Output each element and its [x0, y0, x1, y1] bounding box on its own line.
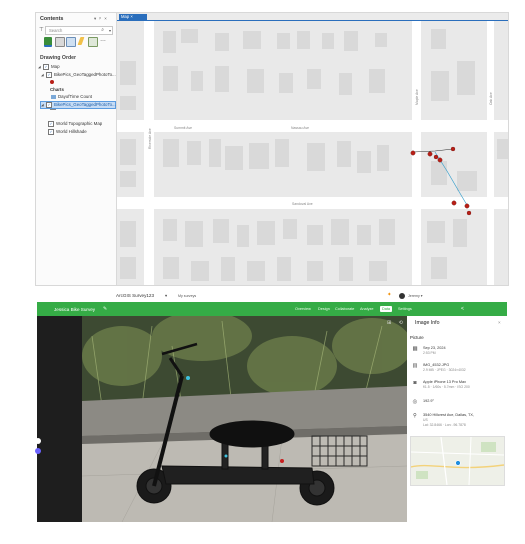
picture-label: Picture — [410, 335, 424, 340]
checkbox-icon[interactable]: ✓ — [48, 121, 54, 127]
list-by-drawing-order-icon[interactable] — [44, 37, 52, 47]
download-icon[interactable]: ⊞ — [387, 320, 391, 326]
app-switcher-caret[interactable]: ▾ — [165, 293, 167, 298]
contents-pane: Contents ▾ ᵖ × ⊤ Search ⌕ ▾ … Drawing Or… — [36, 13, 117, 285]
search-placeholder: Search — [49, 28, 63, 33]
checkbox-icon[interactable]: ✓ — [46, 102, 52, 108]
checkbox-icon[interactable]: ✓ — [43, 64, 49, 70]
tree-item-map[interactable]: ◢ ✓ Map — [38, 64, 60, 70]
info-value: IMG_4532.JPG — [423, 363, 450, 367]
street-label: Oak Ave — [489, 92, 493, 105]
map-tab-strip: Map × — [117, 13, 508, 21]
list-by-source-icon[interactable] — [55, 37, 65, 47]
tab-overview[interactable]: Overview — [295, 307, 311, 311]
pane-controls[interactable]: ▾ ᵖ × — [94, 16, 108, 22]
info-subvalue: f/1.5 · 1/60s · 5.7mm · ISO 200 — [423, 385, 470, 389]
tree-item-layer-selected[interactable]: ◢ ✓ BikePics_GeoTaggedPhotoTo... — [40, 101, 116, 109]
checkbox-icon[interactable]: ✓ — [48, 129, 54, 135]
image-info-panel: Image Info × Picture ▦ Sep 23, 2024 2:53… — [407, 316, 507, 522]
tree-item-label: DayofTime Count — [58, 94, 92, 99]
tree-item-label: BikePics_GeoTaggedPhotoTo... — [54, 72, 116, 78]
close-icon[interactable]: × — [498, 320, 501, 325]
tree-item-label: Charts — [50, 87, 64, 92]
rotate-icon[interactable]: ⟲ — [399, 320, 403, 326]
street-label: Riverside Ave — [148, 128, 152, 149]
tree-item-label: BikePics_GeoTaggedPhotoTo... — [54, 102, 116, 108]
info-value: Sep 23, 2024 — [423, 346, 446, 350]
list-by-selection-icon[interactable] — [66, 37, 76, 47]
info-subvalue: US — [423, 418, 428, 422]
map-view[interactable]: Map × Summit Ave Nassau Ave Sandoval Ave… — [117, 13, 508, 285]
edit-icon[interactable]: ✎ — [103, 306, 107, 312]
compass-icon: ◎ — [412, 399, 418, 405]
arcgis-pro-window: Contents ▾ ᵖ × ⊤ Search ⌕ ▾ … Drawing Or… — [35, 12, 509, 286]
more-icon[interactable]: … — [100, 37, 112, 45]
contents-search-input[interactable]: Search ⌕ ▾ — [45, 26, 113, 35]
info-subvalue: 2.9 MB · JPEG · 3024×4032 — [423, 368, 466, 372]
share-icon[interactable]: < — [461, 306, 464, 312]
user-menu[interactable]: Jeremy ▾ — [408, 294, 423, 298]
location-minimap[interactable] — [410, 436, 505, 486]
search-icon[interactable]: ⌕ — [101, 27, 104, 33]
tree-item-chart[interactable]: DayofTime Count — [51, 94, 92, 99]
street-label: Sandoval Ave — [292, 202, 313, 206]
layer-icon[interactable] — [35, 448, 41, 454]
survey-name: Jessica Bike Survey — [54, 306, 96, 312]
tree-item-layer[interactable]: ◢ ✓ BikePics_GeoTaggedPhotoTo... — [41, 72, 116, 78]
contents-title: Contents — [40, 16, 64, 22]
image-viewer: ⊞ ⟲ Image Info × Picture ▦ Sep 23, 2024 … — [35, 316, 507, 522]
info-value: Apple iPhone 13 Pro Max — [423, 380, 467, 384]
drawing-order-heading: Drawing Order — [40, 55, 77, 61]
tree-item-label: Map — [51, 64, 60, 70]
chart-icon — [51, 94, 56, 99]
tab-data[interactable]: Data — [380, 305, 393, 312]
street-label: Nassau Ave — [291, 126, 309, 130]
tab-design[interactable]: Design — [318, 307, 330, 311]
info-coordinates: Lat: 32.8466 · Lon: -96.7878 — [423, 423, 466, 427]
viewer-controls: ⊞ ⟲ — [387, 320, 403, 326]
symbol-line — [50, 109, 56, 110]
checkbox-icon[interactable]: ✓ — [46, 72, 52, 78]
tree-item-label: World Topographic Map — [56, 121, 103, 127]
avatar[interactable] — [399, 292, 405, 299]
tree-item-label: World Hillshade — [56, 129, 87, 135]
survey123-window: ArcGIS Survey123 ▾ My surveys ✦ Jeremy ▾… — [35, 290, 507, 522]
scooter-photo — [82, 316, 407, 522]
tab-label: Map — [121, 14, 130, 19]
list-by-editing-icon[interactable] — [77, 37, 85, 45]
info-value: 192.9° — [423, 399, 435, 403]
layer-symbol — [50, 79, 54, 84]
tree-item-hillshade[interactable]: ✓ World Hillshade — [48, 129, 87, 135]
list-by-snapping-icon[interactable] — [88, 37, 98, 47]
panel-title: Image Info — [415, 320, 440, 326]
zoom-icon[interactable] — [35, 438, 41, 444]
street-label: Maple Ave — [415, 89, 419, 105]
info-value: 3540 Hillcrest Ave, Dallas, TX, — [423, 413, 474, 417]
chevron-down-icon[interactable]: ▾ — [109, 28, 111, 33]
map-canvas[interactable]: Summit Ave Nassau Ave Sandoval Ave River… — [117, 21, 508, 285]
tree-item-charts: Charts — [50, 87, 64, 92]
filter-icon[interactable]: ⊤ — [39, 27, 44, 33]
point-symbol-icon — [50, 79, 54, 84]
street-label: Summit Ave — [174, 126, 192, 130]
my-surveys-link[interactable]: My surveys — [178, 294, 196, 298]
file-icon: ▤ — [412, 363, 418, 369]
tab-collaborate[interactable]: Collaborate — [335, 307, 354, 311]
info-subvalue: 2:53 PM — [423, 351, 436, 355]
camera-icon: ◙ — [413, 380, 417, 386]
app-header: ArcGIS Survey123 ▾ My surveys ✦ Jeremy ▾ — [37, 290, 507, 302]
tab-settings[interactable]: Settings — [398, 307, 412, 311]
calendar-icon: ▦ — [412, 346, 418, 352]
location-icon: ⚲ — [413, 413, 417, 419]
tree-item-basemap[interactable]: ✓ World Topographic Map — [48, 121, 102, 127]
tab-analyze[interactable]: Analyze — [360, 307, 374, 311]
app-title: ArcGIS Survey123 — [116, 293, 155, 298]
survey-nav-bar: Jessica Bike Survey ✎ Overview Design Co… — [37, 302, 507, 316]
notification-icon[interactable]: ✦ — [387, 292, 392, 298]
